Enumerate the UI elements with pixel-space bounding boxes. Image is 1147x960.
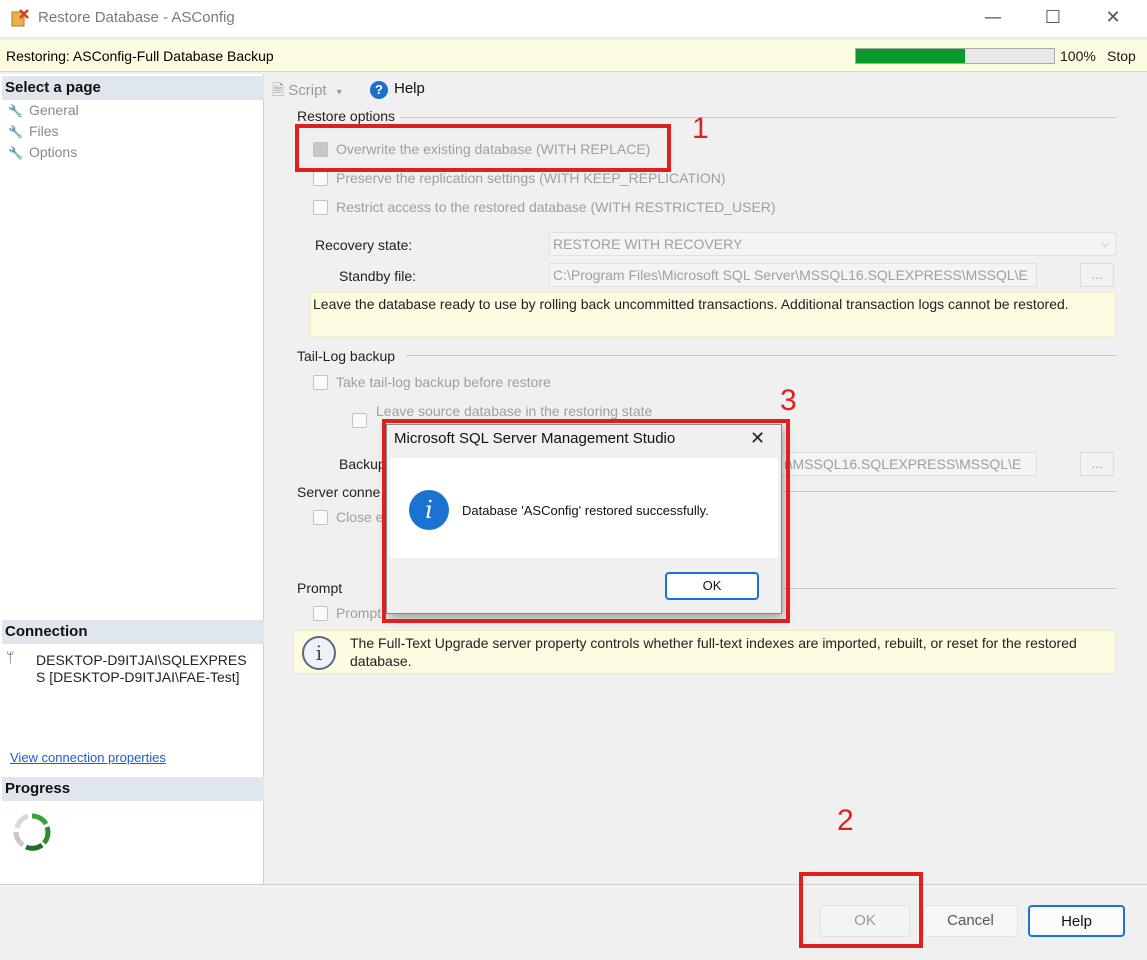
close-connections-label: Close e [336,509,384,525]
info-icon: i [302,636,336,670]
script-label: Script [288,82,327,99]
script-button[interactable]: 🗎 Script ▾ [272,80,342,105]
annotation-number-2: 2 [837,804,854,837]
fulltext-info-text: The Full-Text Upgrade server property co… [350,635,1077,669]
prompt-checkbox[interactable] [313,606,328,621]
fulltext-info-box: i The Full-Text Upgrade server property … [293,630,1116,674]
prompt-checkbox-label: Prompt [336,605,382,621]
standby-browse-button[interactable]: ... [1080,263,1114,287]
backup-browse-button[interactable]: ... [1080,452,1114,476]
chevron-down-icon: ▾ [336,87,342,98]
help-icon[interactable]: ? [370,81,388,99]
connection-line-1: DESKTOP-D9ITJAI\SQLEXPRES [36,652,247,668]
connection-header: Connection [2,620,264,644]
wrench-icon: 🔧 [8,125,23,139]
select-page-header: Select a page [2,76,264,100]
recovery-info-box: Leave the database ready to use by rolli… [310,292,1116,337]
page-options-label: Options [28,144,78,160]
page-options[interactable]: 🔧 Options [8,144,77,160]
annotation-box-3 [382,419,790,623]
backup-file-input[interactable]: r\MSSQL16.SQLEXPRESS\MSSQL\E [780,452,1037,476]
cancel-button[interactable]: Cancel [923,905,1018,937]
standby-file-label: Standby file: [339,268,417,284]
wrench-icon: 🔧 [8,104,23,118]
recovery-state-select[interactable]: RESTORE WITH RECOVERY ⌵ [549,232,1116,256]
progress-bar-fill [856,49,965,63]
divider [784,588,1116,589]
help-button[interactable]: Help [394,80,425,97]
progress-header: Progress [2,777,264,801]
page-general[interactable]: 🔧 General [8,102,79,118]
page-files[interactable]: 🔧 Files [8,123,59,139]
maximize-button[interactable]: ☐ [1030,4,1076,32]
view-connection-properties-link[interactable]: View connection properties [10,750,166,765]
connection-line-2: S [DESKTOP-D9ITJAI\FAE-Test] [36,669,240,685]
minimize-button[interactable]: — [970,4,1016,32]
restore-options-label: Restore options [297,108,396,124]
backup-file-label: Backup [339,456,386,472]
divider [400,117,1116,118]
wrench-icon: 🔧 [8,146,23,160]
progress-spinner-icon [13,813,51,851]
take-tail-log-label: Take tail-log backup before restore [336,374,551,390]
preserve-replication-checkbox[interactable] [313,171,328,186]
divider [784,491,1116,492]
script-icon: 🗎 [272,81,285,99]
help-footer-button[interactable]: Help [1028,905,1125,937]
page-files-label: Files [28,123,59,139]
progress-bar [855,48,1055,64]
page-general-label: General [28,102,79,118]
tail-log-label: Tail-Log backup [297,348,396,364]
standby-file-input[interactable]: C:\Program Files\Microsoft SQL Server\MS… [549,263,1037,287]
status-text: Restoring: ASConfig-Full Database Backup [6,48,274,64]
connection-icon: ᛘ [6,650,15,666]
stop-button[interactable]: Stop [1107,48,1136,64]
close-connections-checkbox[interactable] [313,510,328,525]
restore-database-icon [11,9,29,27]
connection-info: DESKTOP-D9ITJAI\SQLEXPRES S [DESKTOP-D9I… [36,652,256,686]
annotation-number-1: 1 [692,112,709,145]
leave-source-checkbox[interactable] [352,413,367,428]
divider [406,355,1116,356]
annotation-box-2 [799,872,923,948]
restrict-access-label: Restrict access to the restored database… [336,199,776,215]
chevron-down-icon: ⌵ [1100,237,1109,250]
recovery-state-value: RESTORE WITH RECOVERY [553,236,743,252]
prompt-label: Prompt [297,580,343,596]
preserve-replication-label: Preserve the replication settings (WITH … [336,170,726,186]
leave-source-label: Leave source database in the restoring s… [376,403,653,419]
annotation-box-1 [295,124,671,172]
restrict-access-checkbox[interactable] [313,200,328,215]
window-title: Restore Database - ASConfig [38,9,235,26]
recovery-state-label: Recovery state: [315,237,413,253]
take-tail-log-checkbox[interactable] [313,375,328,390]
server-connections-label: Server conne [297,484,381,500]
progress-percent: 100% [1060,48,1096,64]
close-window-button[interactable]: ✕ [1090,4,1136,32]
recovery-info-text: Leave the database ready to use by rolli… [313,296,1069,312]
annotation-number-3: 3 [780,384,797,417]
